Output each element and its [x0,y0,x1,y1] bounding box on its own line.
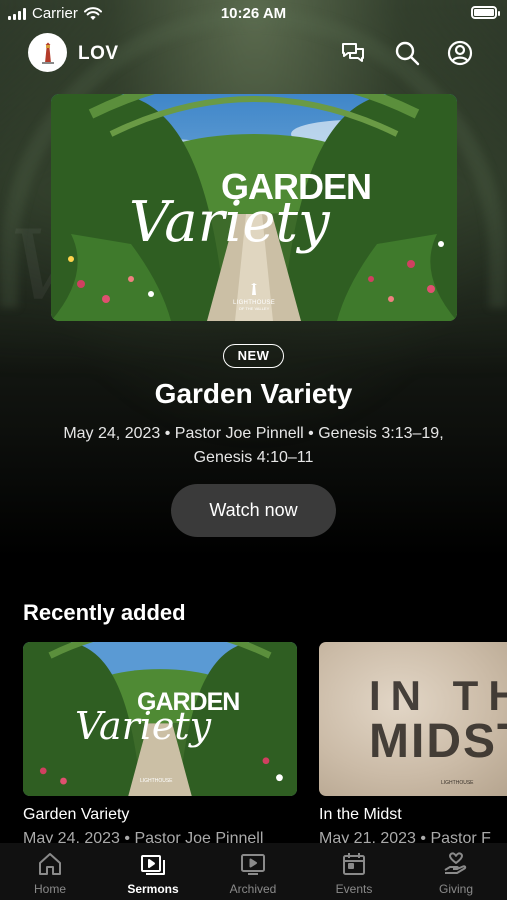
tab-label: Events [335,882,373,896]
tab-sermons[interactable]: Sermons [103,843,203,900]
tab-home[interactable]: Home [0,843,100,900]
tab-bar: Home Sermons Archived Events Giving [0,843,507,900]
sermons-icon [141,855,165,875]
tab-label: Home [33,882,66,896]
hero-title: Garden Variety [154,378,353,409]
battery-icon [471,6,500,19]
tab-events[interactable]: Events [304,843,404,900]
tab-archived[interactable]: Archived [203,843,303,900]
giving-icon [444,852,467,874]
archived-icon [241,854,265,875]
card-art-word2: Variety [75,704,212,748]
sermon-thumbnail: IN THE MIDST LIGHTHOUSE [319,642,507,796]
watch-now-button[interactable]: Watch now [171,484,336,537]
home-icon [39,853,61,875]
sermon-card-meta: May 24, 2023 • Pastor Joe Pinnell [23,830,264,843]
search-icon[interactable] [393,39,421,67]
tab-giving[interactable]: Giving [406,843,506,900]
sermon-card-title: Garden Variety [23,806,130,823]
hero-meta: May 24, 2023 • Pastor Joe Pinnell • Gene… [63,425,444,466]
tab-label: Archived [229,882,277,896]
section-title-recently-added: Recently added [23,600,186,625]
sermon-card[interactable]: GARDEN Variety LIGHTHOUSE Garden Variety… [23,642,297,843]
calendar-icon [343,853,365,875]
tab-label: Giving [438,882,473,896]
new-badge: NEW [223,344,284,368]
hero-artwork[interactable]: GARDEN Variety LIGHTHOUSE OF THE VALLEY [51,94,457,321]
lighthouse-logo-icon [251,283,257,295]
card-art-logo: LIGHTHOUSE [441,780,474,786]
app-header: LOV [0,33,507,73]
lighthouse-icon [41,42,54,64]
clock: 10:26 AM [220,5,287,22]
card-art-word1: IN THE [369,672,507,719]
card-art-logo: LIGHTHOUSE [140,778,173,784]
sermon-thumbnail: GARDEN Variety LIGHTHOUSE [23,642,297,796]
app-screen: Variety Carrier 10:26 AM LOV [0,0,507,900]
card-art-word2: MIDST [369,715,507,768]
brand-name: LOV [78,43,119,64]
hero-art-word2: Variety [129,190,330,255]
sermon-card-title: In the Midst [319,806,402,823]
profile-icon[interactable] [446,39,474,67]
hero-art-logo: LIGHTHOUSE OF THE VALLEY [231,282,277,311]
church-logo-avatar[interactable] [28,33,67,72]
status-bar: Carrier 10:26 AM [0,0,507,28]
chat-icon[interactable] [339,39,367,67]
tab-label: Sermons [127,882,179,896]
sermon-card[interactable]: IN THE MIDST LIGHTHOUSE In the Midst May… [319,642,507,843]
sermon-card-meta: May 21, 2023 • Pastor F [319,830,491,843]
